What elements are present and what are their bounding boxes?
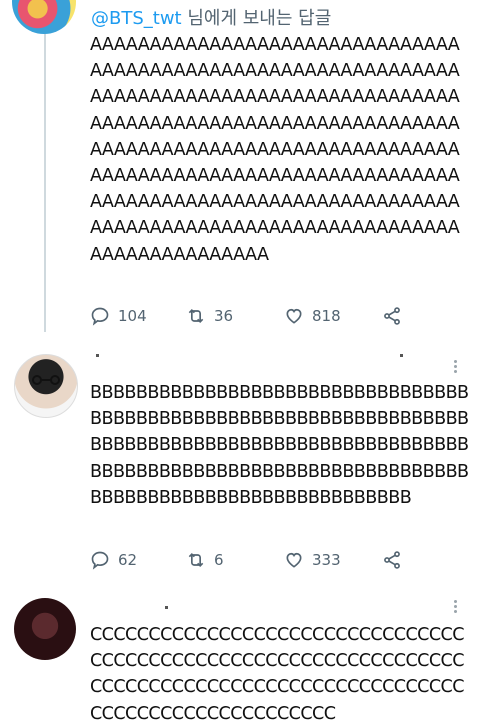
retweet-icon	[188, 308, 204, 324]
redacted-name-mark	[400, 354, 403, 357]
more-dot-icon	[453, 605, 457, 608]
retweet-button[interactable]: 36	[186, 306, 233, 326]
tweet-text: CCCCCCCCCCCCCCCCCCCCCCCCCCCCCCCCCCCCCCCC…	[90, 625, 465, 724]
like-button[interactable]: 333	[284, 550, 341, 570]
more-dot-icon	[453, 365, 457, 368]
more-options-button[interactable]	[452, 358, 458, 376]
reply-to-line: @BTS_twt 님에게 보내는 답글	[91, 4, 331, 30]
share-icon	[384, 307, 400, 325]
avatar[interactable]	[12, 0, 76, 34]
share-icon	[384, 551, 400, 569]
tweet-text: AAAAAAAAAAAAAAAAAAAAAAAAAAAAAAAAAAAAAAAA…	[90, 35, 460, 265]
reply-label: 님에게 보내는 답글	[187, 8, 332, 29]
share-button[interactable]	[382, 550, 402, 570]
reply-handle-link[interactable]: @BTS_twt	[91, 8, 182, 29]
share-button[interactable]	[382, 306, 402, 326]
more-dot-icon	[453, 370, 457, 373]
heart-icon	[286, 308, 302, 324]
reply-count: 104	[118, 307, 147, 325]
like-count: 818	[312, 307, 341, 325]
more-dot-icon	[453, 360, 457, 363]
more-dot-icon	[453, 610, 457, 613]
more-dot-icon	[453, 600, 457, 603]
reply-button[interactable]: 104	[90, 306, 147, 326]
like-button[interactable]: 818	[284, 306, 341, 326]
retweet-button[interactable]: 6	[186, 550, 224, 570]
avatar[interactable]	[14, 354, 78, 418]
reply-count: 62	[118, 551, 138, 569]
reply-button[interactable]: 62	[90, 550, 137, 570]
like-count: 333	[312, 551, 341, 569]
reply-icon	[91, 307, 109, 326]
glasses-icon	[32, 375, 60, 385]
avatar[interactable]	[14, 598, 76, 660]
retweet-icon	[188, 552, 204, 568]
tweet-text: BBBBBBBBBBBBBBBBBBBBBBBBBBBBBBBBBBBBBBBB…	[90, 383, 469, 508]
retweet-count: 36	[214, 307, 234, 325]
reply-icon	[91, 551, 109, 570]
redacted-name-mark	[165, 606, 168, 609]
redacted-name-mark	[96, 354, 99, 357]
retweet-count: 6	[214, 551, 224, 569]
heart-icon	[286, 552, 302, 568]
more-options-button[interactable]	[452, 598, 458, 616]
thread-line	[44, 32, 46, 332]
